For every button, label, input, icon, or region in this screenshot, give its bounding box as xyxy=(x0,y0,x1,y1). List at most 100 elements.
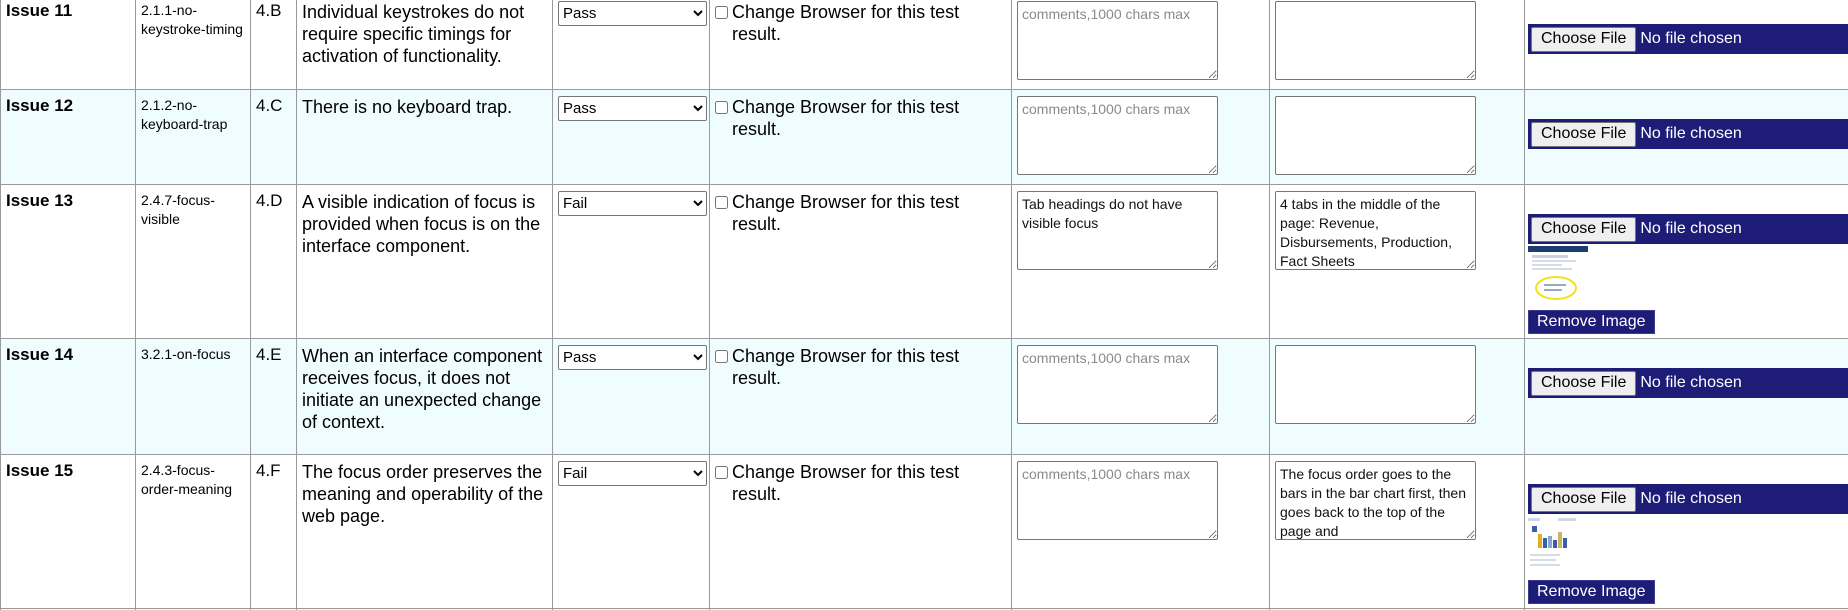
comment-textarea[interactable] xyxy=(1017,461,1218,540)
change-browser-label: Change Browser for this test result. xyxy=(732,97,960,139)
no-file-label: No file chosen xyxy=(1640,374,1742,391)
change-browser-label: Change Browser for this test result. xyxy=(732,346,960,388)
issue-number: Issue 11 xyxy=(0,0,136,90)
notes-textarea[interactable] xyxy=(1275,96,1476,175)
issue-number: Issue 14 xyxy=(0,338,136,455)
choose-file-button[interactable]: Choose File xyxy=(1531,216,1637,242)
change-browser-cell: Change Browser for this test result. xyxy=(709,89,1012,185)
test-reference: 4.B xyxy=(250,0,297,90)
change-browser-checkbox[interactable] xyxy=(715,350,728,363)
notes-cell: 4 tabs in the middle of the page: Revenu… xyxy=(1269,184,1525,339)
change-browser-cell: Change Browser for this test result. xyxy=(709,0,1012,90)
file-input[interactable]: Choose File No file chosen xyxy=(1528,484,1848,514)
comment-cell xyxy=(1011,454,1270,609)
success-criterion: 2.4.3-focus-order-meaning xyxy=(135,454,251,609)
no-file-label: No file chosen xyxy=(1640,220,1742,237)
file-cell: Choose File No file chosen Remove Image xyxy=(1524,184,1848,339)
result-cell: PassFail xyxy=(552,89,710,185)
table-row: Issue 14 3.2.1-on-focus 4.E When an interfa… xyxy=(0,338,1848,455)
no-file-label: No file chosen xyxy=(1640,125,1742,142)
notes-textarea[interactable]: 4 tabs in the middle of the page: Revenu… xyxy=(1275,191,1476,270)
result-select[interactable]: PassFail xyxy=(558,96,707,121)
issues-table-viewport: Issue 11 2.1.1-no-keystroke-timing 4.B Indi… xyxy=(0,0,1848,610)
change-browser-label: Change Browser for this test result. xyxy=(732,192,960,234)
no-file-label: No file chosen xyxy=(1640,30,1742,47)
issue-number: Issue 15 xyxy=(0,454,136,609)
notes-cell xyxy=(1269,0,1525,90)
change-browser-toggle[interactable]: Change Browser for this test result. xyxy=(715,461,1006,505)
test-reference: 4.D xyxy=(250,184,297,339)
change-browser-checkbox[interactable] xyxy=(715,6,728,19)
choose-file-button[interactable]: Choose File xyxy=(1531,486,1637,512)
comment-cell: Tab headings do not have visible focus xyxy=(1011,184,1270,339)
comment-textarea[interactable] xyxy=(1017,96,1218,175)
change-browser-toggle[interactable]: Change Browser for this test result. xyxy=(715,191,1006,235)
remove-image-button[interactable]: Remove Image xyxy=(1528,580,1655,604)
comment-textarea[interactable] xyxy=(1017,345,1218,424)
result-select[interactable]: PassFail xyxy=(558,1,707,26)
success-criterion: 2.1.2-no-keyboard-trap xyxy=(135,89,251,185)
result-cell: PassFail xyxy=(552,338,710,455)
change-browser-label: Change Browser for this test result. xyxy=(732,462,960,504)
test-description: When an interface component receives foc… xyxy=(296,338,553,455)
change-browser-toggle[interactable]: Change Browser for this test result. xyxy=(715,1,1006,45)
result-select[interactable]: PassFail xyxy=(558,191,707,216)
test-description: The focus order preserves the meaning an… xyxy=(296,454,553,609)
choose-file-button[interactable]: Choose File xyxy=(1531,121,1637,147)
file-cell: Choose File No file chosen xyxy=(1524,89,1848,185)
result-select[interactable]: PassFail xyxy=(558,345,707,370)
notes-textarea[interactable] xyxy=(1275,345,1476,424)
table-row: Issue 13 2.4.7-focus-visible 4.D A visible … xyxy=(0,184,1848,339)
table-row: Issue 12 2.1.2-no-keyboard-trap 4.C There i… xyxy=(0,89,1848,185)
test-reference: 4.E xyxy=(250,338,297,455)
result-cell: PassFail xyxy=(552,454,710,609)
comment-cell xyxy=(1011,0,1270,90)
file-input[interactable]: Choose File No file chosen xyxy=(1528,368,1848,398)
success-criterion: 3.2.1-on-focus xyxy=(135,338,251,455)
comment-cell xyxy=(1011,89,1270,185)
change-browser-checkbox[interactable] xyxy=(715,101,728,114)
change-browser-label: Change Browser for this test result. xyxy=(732,2,960,44)
test-description: There is no keyboard trap. xyxy=(296,89,553,185)
test-description: Individual keystrokes do not require spe… xyxy=(296,0,553,90)
test-reference: 4.C xyxy=(250,89,297,185)
comment-textarea[interactable] xyxy=(1017,1,1218,80)
notes-cell: The focus order goes to the bars in the … xyxy=(1269,454,1525,609)
no-file-label: No file chosen xyxy=(1640,490,1742,507)
file-input[interactable]: Choose File No file chosen xyxy=(1528,214,1848,244)
success-criterion: 2.1.1-no-keystroke-timing xyxy=(135,0,251,90)
test-description: A visible indication of focus is provide… xyxy=(296,184,553,339)
remove-image-button[interactable]: Remove Image xyxy=(1528,310,1655,334)
comment-textarea[interactable]: Tab headings do not have visible focus xyxy=(1017,191,1218,270)
screenshot-thumbnail xyxy=(1528,246,1588,300)
file-cell: Choose File No file chosen xyxy=(1524,338,1848,455)
change-browser-toggle[interactable]: Change Browser for this test result. xyxy=(715,345,1006,389)
notes-cell xyxy=(1269,338,1525,455)
test-reference: 4.F xyxy=(250,454,297,609)
change-browser-cell: Change Browser for this test result. xyxy=(709,338,1012,455)
choose-file-button[interactable]: Choose File xyxy=(1531,26,1637,52)
result-cell: PassFail xyxy=(552,184,710,339)
comment-cell xyxy=(1011,338,1270,455)
table-row: Issue 15 2.4.3-focus-order-meaning 4.F The … xyxy=(0,454,1848,609)
screenshot-thumbnail xyxy=(1528,518,1576,566)
issue-number: Issue 13 xyxy=(0,184,136,339)
table-row: Issue 11 2.1.1-no-keystroke-timing 4.B Indi… xyxy=(0,0,1848,90)
change-browser-checkbox[interactable] xyxy=(715,466,728,479)
success-criterion: 2.4.7-focus-visible xyxy=(135,184,251,339)
file-cell: Choose File No file chosen xyxy=(1524,0,1848,90)
change-browser-cell: Change Browser for this test result. xyxy=(709,184,1012,339)
file-input[interactable]: Choose File No file chosen xyxy=(1528,24,1848,54)
change-browser-toggle[interactable]: Change Browser for this test result. xyxy=(715,96,1006,140)
change-browser-cell: Change Browser for this test result. xyxy=(709,454,1012,609)
file-cell: Choose File No file chosen Remove Image xyxy=(1524,454,1848,609)
change-browser-checkbox[interactable] xyxy=(715,196,728,209)
result-cell: PassFail xyxy=(552,0,710,90)
issues-table: Issue 11 2.1.1-no-keystroke-timing 4.B Indi… xyxy=(0,0,1848,610)
notes-textarea[interactable]: The focus order goes to the bars in the … xyxy=(1275,461,1476,540)
choose-file-button[interactable]: Choose File xyxy=(1531,370,1637,396)
file-input[interactable]: Choose File No file chosen xyxy=(1528,119,1848,149)
notes-cell xyxy=(1269,89,1525,185)
notes-textarea[interactable] xyxy=(1275,1,1476,80)
result-select[interactable]: PassFail xyxy=(558,461,707,486)
